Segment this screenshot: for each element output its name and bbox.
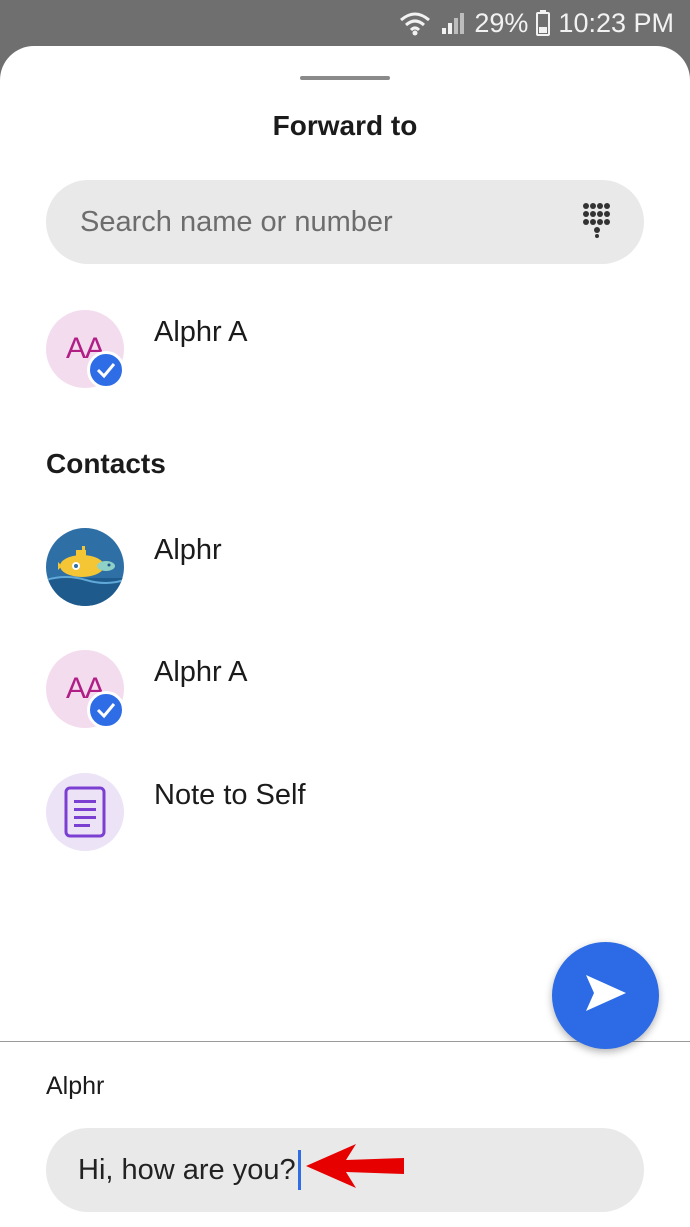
check-icon xyxy=(87,691,125,729)
compose-recipient: Alphr xyxy=(46,1072,105,1100)
contact-item[interactable]: Note to Self xyxy=(46,773,606,851)
forward-sheet: Forward to AA Alphr A Contacts xyxy=(0,46,690,1227)
check-icon xyxy=(87,351,125,389)
send-icon xyxy=(584,973,628,1018)
submarine-avatar xyxy=(46,528,124,606)
contacts-header: Contacts xyxy=(46,448,166,479)
wifi-icon xyxy=(398,10,432,36)
clock: 10:23 PM xyxy=(558,7,674,38)
search-input[interactable] xyxy=(78,204,582,240)
dialpad-icon[interactable] xyxy=(582,202,612,243)
send-button[interactable] xyxy=(552,942,659,1049)
recipient-name: Alphr A xyxy=(154,316,248,348)
contact-name: Note to Self xyxy=(154,779,306,811)
note-icon xyxy=(46,773,124,851)
contact-name: Alphr A xyxy=(154,656,248,688)
contact-item[interactable]: AA Alphr A xyxy=(46,650,606,729)
selected-recipient[interactable]: AA Alphr A xyxy=(46,310,606,389)
avatar: AA xyxy=(46,310,125,389)
message-text[interactable]: Hi, how are you? xyxy=(78,1154,296,1187)
search-bar[interactable] xyxy=(46,180,644,264)
sheet-title: Forward to xyxy=(272,110,418,141)
battery-percent: 29% xyxy=(474,7,529,38)
avatar: AA xyxy=(46,650,125,729)
battery-icon xyxy=(536,10,551,36)
status-bar: 29% 10:23 PM xyxy=(0,0,690,46)
red-arrow-annotation xyxy=(300,1138,410,1199)
drag-handle[interactable] xyxy=(300,76,390,80)
contact-name: Alphr xyxy=(154,534,222,566)
contact-item[interactable]: Alphr xyxy=(46,528,606,606)
signal-icon xyxy=(440,10,466,36)
